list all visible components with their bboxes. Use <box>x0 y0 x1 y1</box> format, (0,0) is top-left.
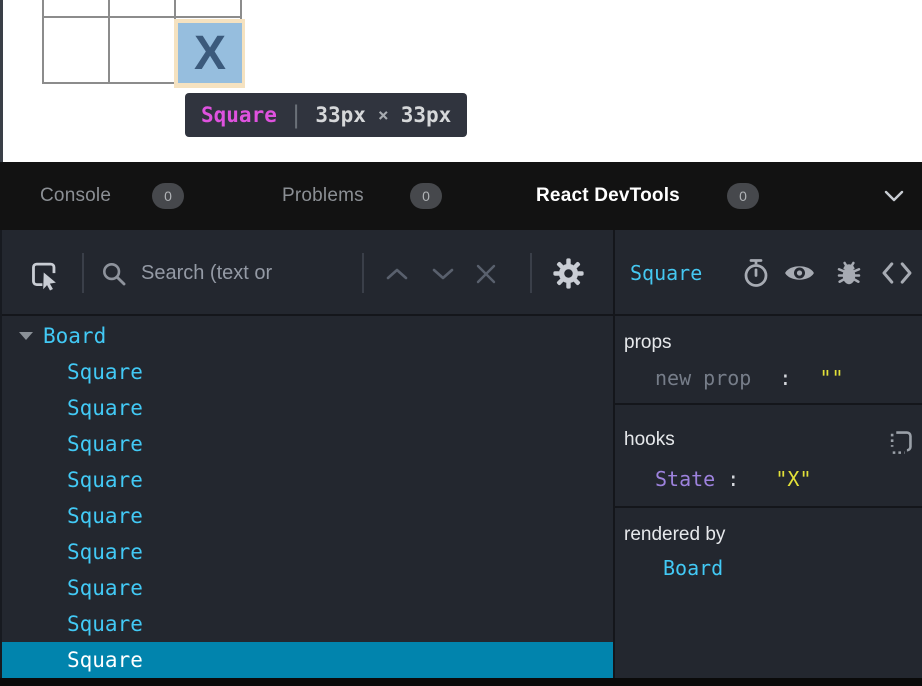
devtools-tab-bar: Console 0 Problems 0 React DevTools 0 <box>0 162 922 230</box>
tree-item-label: Square <box>67 540 143 564</box>
tree-row-square[interactable]: Square <box>0 426 613 462</box>
board-cell[interactable] <box>110 18 174 82</box>
tree-row-square[interactable]: Square <box>0 606 613 642</box>
inspector-pane: Square <box>615 230 922 678</box>
eye-icon[interactable] <box>783 260 816 286</box>
triangle-down-icon[interactable] <box>19 332 33 340</box>
components-pane: Board Square Square Square Square Square… <box>0 230 613 678</box>
tab-console-badge: 0 <box>152 183 184 209</box>
chevron-up-icon[interactable] <box>385 267 409 281</box>
tree-row-square[interactable]: Square <box>0 498 613 534</box>
toolbar-divider <box>530 253 532 293</box>
tab-react-devtools-badge: 0 <box>727 183 759 209</box>
hooks-row: State : "X" <box>655 467 811 491</box>
devtools-window: X Square | 33px × 33px Console 0 Problem… <box>0 0 922 686</box>
react-devtools-panel: Board Square Square Square Square Square… <box>0 230 922 678</box>
tree-item-label: Square <box>67 504 143 528</box>
stopwatch-icon[interactable] <box>741 258 771 288</box>
inspect-highlight-ring: X <box>174 19 245 88</box>
board-cell[interactable] <box>110 0 174 16</box>
state-hook-label: State <box>655 467 715 491</box>
tree-row-square-selected[interactable]: Square <box>0 642 613 678</box>
tab-console[interactable]: Console <box>40 162 111 230</box>
bug-icon[interactable] <box>834 258 864 288</box>
tree-row-square[interactable]: Square <box>0 462 613 498</box>
inspected-page: X Square | 33px × 33px <box>0 0 922 162</box>
props-row: new prop : "" <box>655 366 844 390</box>
code-brackets-icon[interactable] <box>880 260 914 286</box>
tab-react-devtools[interactable]: React DevTools <box>536 162 680 230</box>
tree-item-label: Board <box>43 324 106 348</box>
tree-item-label: Square <box>67 360 143 384</box>
tooltip-separator: | <box>289 101 303 129</box>
tree-item-label: Square <box>67 396 143 420</box>
search-icon <box>101 261 127 287</box>
tree-item-label: Square <box>67 432 143 456</box>
board-cell[interactable] <box>44 0 108 16</box>
props-title: props <box>624 332 672 354</box>
state-hook-value[interactable]: "X" <box>775 467 811 491</box>
tree-row-square[interactable]: Square <box>0 390 613 426</box>
gear-icon[interactable] <box>552 257 585 290</box>
board-cell[interactable] <box>176 0 240 16</box>
hooks-section: hooks State : "X" <box>615 407 922 508</box>
tree-row-square[interactable]: Square <box>0 570 613 606</box>
window-left-edge <box>0 0 3 162</box>
tree-row-square[interactable]: Square <box>0 354 613 390</box>
tab-problems-badge: 0 <box>410 183 442 209</box>
props-section: props new prop : "" <box>615 318 922 405</box>
window-bottom-edge <box>0 678 922 686</box>
tree-row-square[interactable]: Square <box>0 534 613 570</box>
rendered-by-section: rendered by Board <box>615 510 922 678</box>
search-input[interactable] <box>141 256 353 290</box>
inspect-tooltip: Square | 33px × 33px <box>185 93 467 137</box>
toolbar-divider <box>82 253 84 293</box>
tooltip-times: × <box>378 105 389 126</box>
selected-component-name: Square <box>630 230 702 316</box>
rendered-by-owner-link[interactable]: Board <box>663 556 723 580</box>
tree-item-label: Square <box>67 648 143 672</box>
components-toolbar <box>0 230 613 316</box>
rendered-by-title: rendered by <box>624 524 725 546</box>
hooks-title: hooks <box>624 429 675 451</box>
close-icon[interactable] <box>473 261 499 287</box>
chevron-down-icon[interactable] <box>431 267 455 281</box>
inspect-element-icon[interactable] <box>28 259 62 291</box>
component-tree: Board Square Square Square Square Square… <box>0 318 613 678</box>
parse-hook-names-icon[interactable] <box>888 429 914 455</box>
tooltip-height: 33px <box>401 103 452 127</box>
tab-problems[interactable]: Problems <box>282 162 364 230</box>
panel-left-edge <box>0 230 2 678</box>
chevron-down-icon[interactable] <box>884 190 904 203</box>
prop-value[interactable]: "" <box>819 366 843 390</box>
inspector-header: Square <box>615 230 922 316</box>
tree-item-label: Square <box>67 576 143 600</box>
board-cell[interactable] <box>44 18 108 82</box>
toolbar-divider <box>362 253 364 293</box>
tooltip-width: 33px <box>315 103 366 127</box>
new-prop-field[interactable]: new prop <box>655 366 751 390</box>
tree-item-label: Square <box>67 612 143 636</box>
tooltip-component-name: Square <box>201 103 277 127</box>
tree-row-board[interactable]: Board <box>0 318 613 354</box>
inspect-highlight-fill: X <box>178 23 242 83</box>
tree-item-label: Square <box>67 468 143 492</box>
